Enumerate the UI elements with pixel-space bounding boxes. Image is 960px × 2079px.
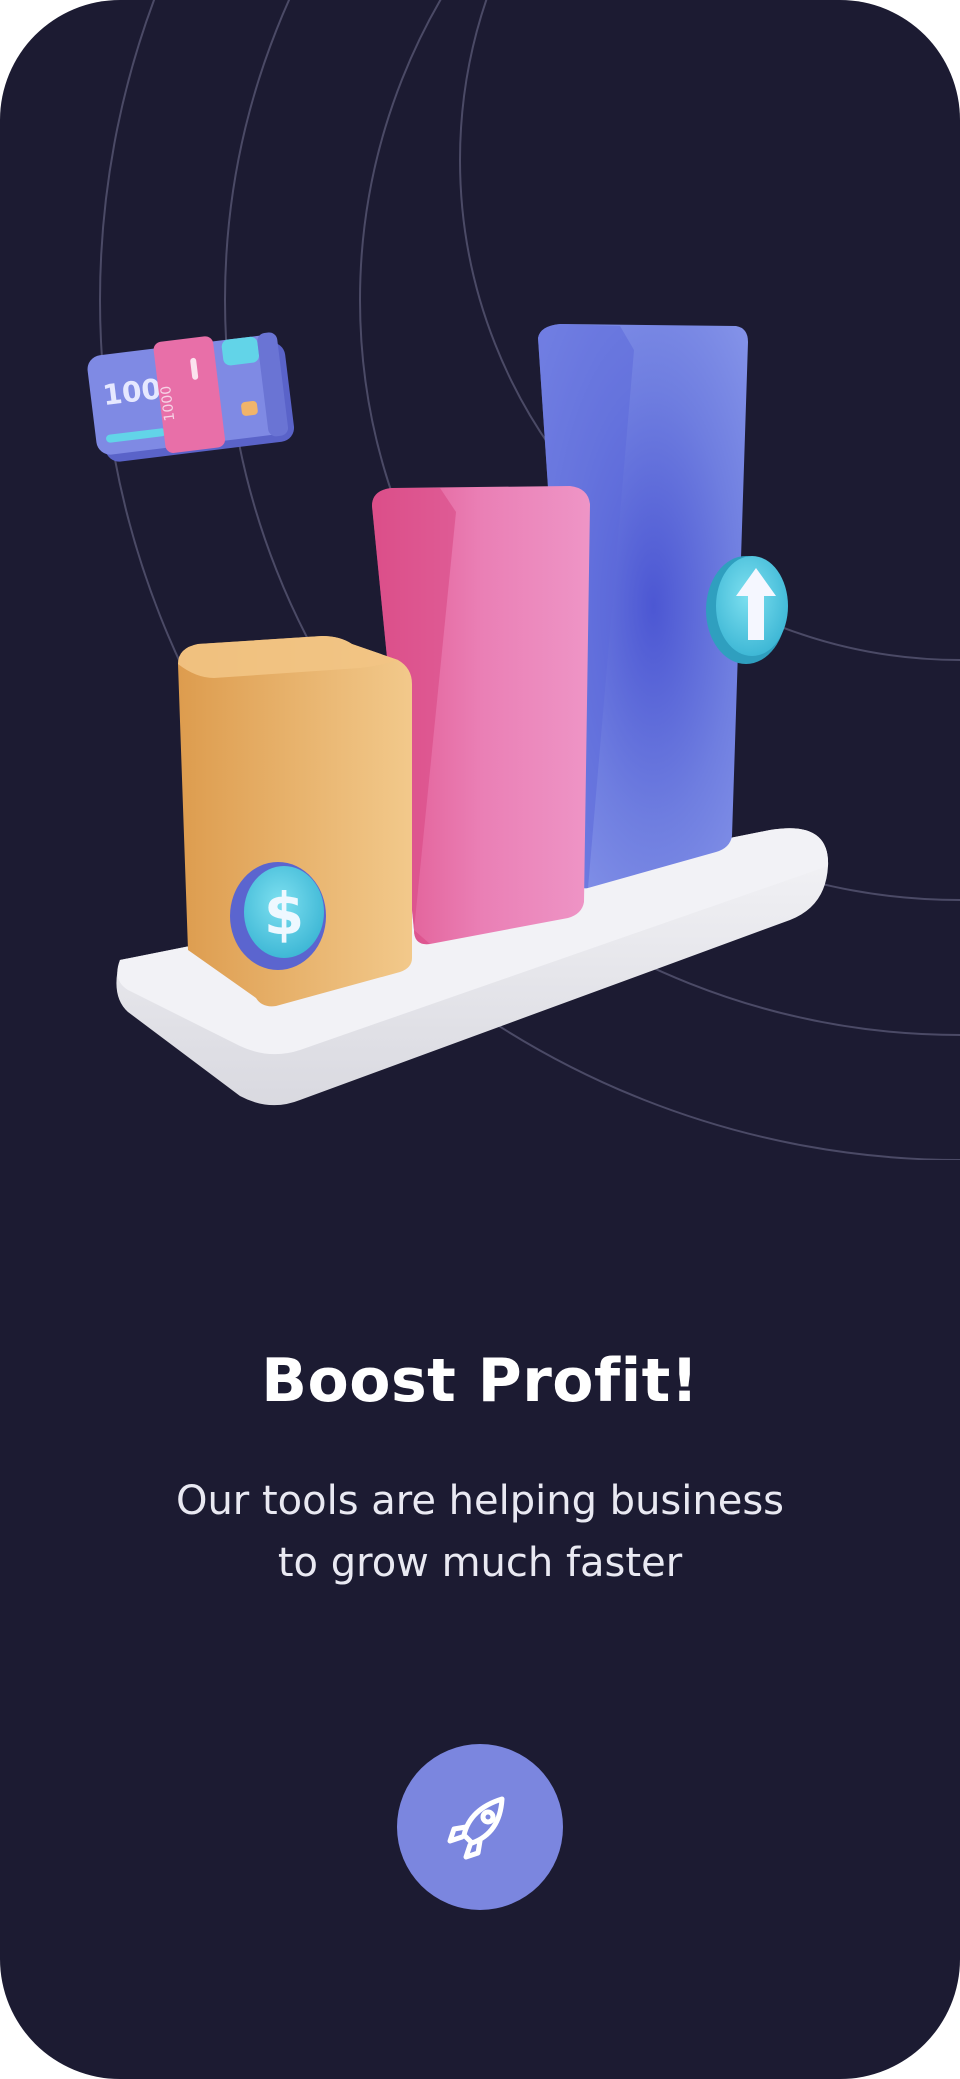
rocket-icon: [447, 1796, 505, 1860]
dollar-coin: $: [230, 862, 326, 970]
banknotes-stack: 100 1000: [87, 332, 295, 462]
arrow-up-badge: [706, 556, 788, 664]
page-title: Boost Profit!: [261, 1346, 699, 1416]
subtitle-line-2: to grow much faster: [277, 1540, 683, 1586]
get-started-button[interactable]: [397, 1744, 563, 1910]
subtitle-line-1: Our tools are helping business: [175, 1478, 785, 1524]
page-subtitle: Our tools are helping business to grow m…: [120, 1470, 840, 1594]
coin-symbol: $: [264, 880, 304, 948]
hero-illustration: 100 1000 $: [87, 0, 960, 1160]
onboarding-screen: 100 1000 $ Boost Profit! Our tools are h…: [0, 0, 960, 2079]
banknote-large-label: 100: [101, 372, 163, 412]
